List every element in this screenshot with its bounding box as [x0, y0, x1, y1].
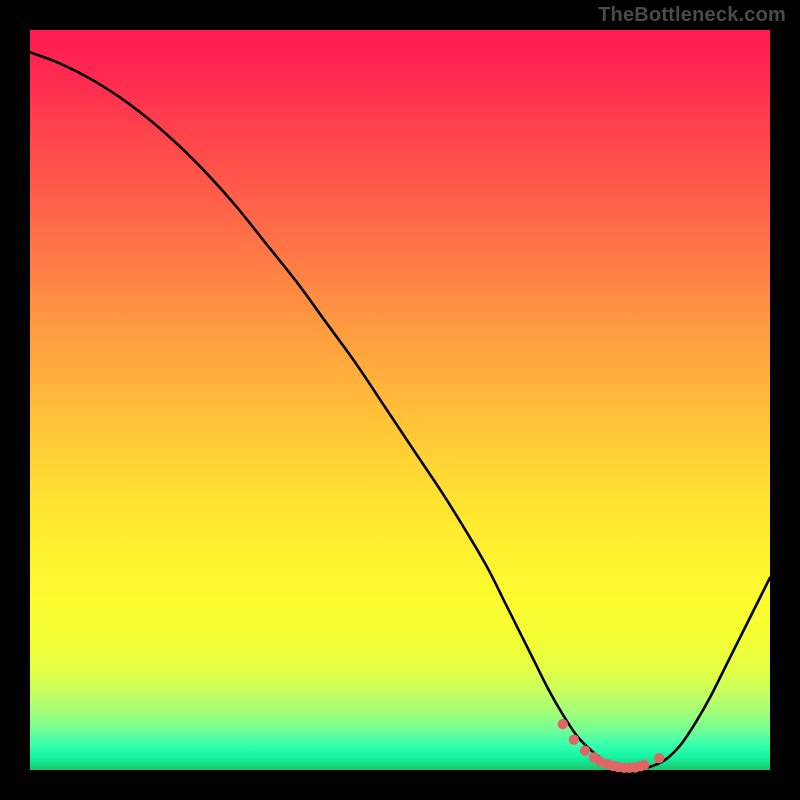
dot	[569, 734, 579, 744]
plot-area	[30, 30, 770, 770]
flat-bottom-dots	[558, 719, 665, 773]
chart-container: TheBottleneck.com	[0, 0, 800, 800]
dot	[558, 719, 568, 729]
dot	[639, 760, 649, 770]
dot	[580, 746, 590, 756]
bottleneck-curve	[30, 52, 770, 769]
watermark-text: TheBottleneck.com	[598, 4, 786, 27]
dot	[654, 753, 664, 763]
curve-svg	[30, 30, 770, 770]
